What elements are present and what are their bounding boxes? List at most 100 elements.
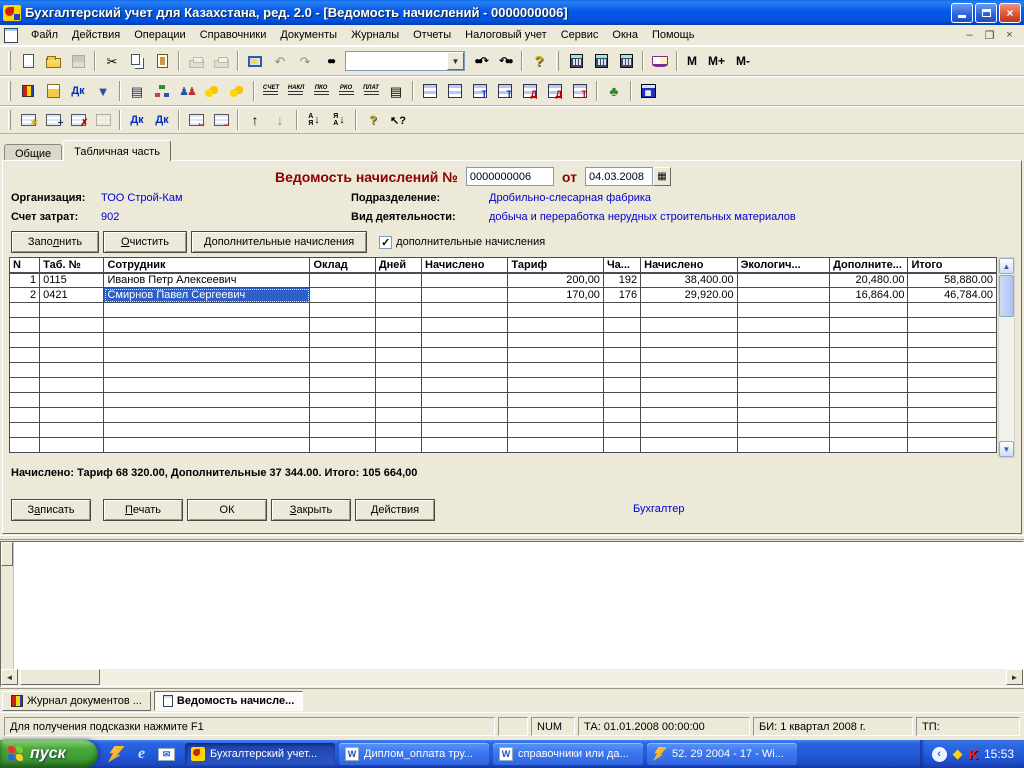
calculator-button[interactable]: [564, 49, 588, 73]
empty-cell[interactable]: [421, 437, 509, 453]
empty-cell[interactable]: [829, 392, 909, 408]
scroll-up-button[interactable]: ▲: [999, 258, 1014, 274]
empty-cell[interactable]: [507, 302, 604, 318]
status-accounting-period[interactable]: БИ: 1 квартал 2008 г.: [753, 717, 913, 736]
kaspersky-icon[interactable]: K: [969, 747, 978, 762]
empty-cell[interactable]: [736, 377, 831, 393]
empty-cell[interactable]: [103, 377, 311, 393]
mdi-close-button[interactable]: ×: [1001, 28, 1018, 43]
empty-cell[interactable]: [374, 407, 423, 423]
window-tab-journal[interactable]: Журнал документов ...: [2, 690, 151, 711]
empty-cell[interactable]: [421, 422, 509, 438]
move-up-button[interactable]: ↑: [243, 108, 267, 132]
empty-cell[interactable]: [736, 302, 831, 318]
empty-cell[interactable]: [103, 332, 311, 348]
empty-cell[interactable]: [103, 302, 311, 318]
restore-button[interactable]: [975, 2, 997, 23]
open-button[interactable]: [41, 49, 65, 73]
empty-cell[interactable]: [640, 362, 738, 378]
sort-descending-button[interactable]: Я А ↓: [327, 108, 351, 132]
empty-cell[interactable]: [309, 377, 376, 393]
debit-lines-report-button[interactable]: Д: [543, 79, 567, 103]
empty-cell[interactable]: [736, 422, 831, 438]
add-row-button[interactable]: +: [41, 108, 65, 132]
find-next-button[interactable]: ●●↷: [468, 49, 492, 73]
empty-cell[interactable]: [640, 347, 738, 363]
expense-account-value[interactable]: 902: [101, 211, 351, 223]
empty-cell[interactable]: [8, 377, 41, 393]
empty-cell[interactable]: [829, 437, 909, 453]
empty-cell[interactable]: [829, 332, 909, 348]
date-picker-button[interactable]: ▦: [652, 167, 671, 186]
empty-cell[interactable]: [602, 377, 642, 393]
debit-credit-alt-button[interactable]: Дк: [150, 108, 174, 132]
monitor-access-button[interactable]: [243, 49, 267, 73]
mdi-child-icon[interactable]: [4, 27, 18, 43]
message-panel-scroll-thumb[interactable]: [1, 542, 13, 566]
tray-chevron-icon[interactable]: ‹: [931, 746, 947, 762]
document-date-input[interactable]: [584, 167, 653, 186]
mdi-minimize-button[interactable]: –: [961, 28, 978, 43]
empty-cell[interactable]: [907, 317, 997, 333]
print-stack-button[interactable]: ▤: [125, 79, 149, 103]
empty-cell[interactable]: [39, 422, 105, 438]
document-number-input[interactable]: [465, 167, 554, 186]
cell-ecological[interactable]: [736, 287, 831, 303]
empty-cell[interactable]: [309, 392, 376, 408]
empty-cell[interactable]: [907, 392, 997, 408]
cell-days[interactable]: [374, 287, 423, 303]
cell-n[interactable]: 2: [8, 287, 41, 303]
empty-cell[interactable]: [39, 347, 105, 363]
scroll-down-button[interactable]: ▼: [999, 441, 1014, 457]
task-word-references[interactable]: W справочники или да...: [493, 743, 643, 765]
empty-cell[interactable]: [602, 437, 642, 453]
menu-item-file[interactable]: Файл: [24, 26, 65, 44]
tray-diamond-icon[interactable]: ◆: [953, 746, 963, 762]
empty-cell[interactable]: [39, 332, 105, 348]
copy-button[interactable]: [125, 49, 149, 73]
empty-cell[interactable]: [507, 407, 604, 423]
cash-out-order-button[interactable]: РКО: [334, 79, 358, 103]
cash-in-order-button[interactable]: ПКО: [309, 79, 333, 103]
cell-salary[interactable]: [309, 287, 376, 303]
empty-cell[interactable]: [907, 332, 997, 348]
menu-item-operations[interactable]: Операции: [127, 26, 192, 44]
empty-cell[interactable]: [421, 377, 509, 393]
context-help-button[interactable]: ↖?: [386, 108, 410, 132]
empty-cell[interactable]: [907, 422, 997, 438]
empty-cell[interactable]: [309, 347, 376, 363]
empty-cell[interactable]: [421, 302, 509, 318]
empty-cell[interactable]: [374, 332, 423, 348]
actions-button[interactable]: Действия: [355, 499, 435, 521]
empty-cell[interactable]: [829, 422, 909, 438]
scroll-thumb[interactable]: [999, 275, 1014, 317]
empty-cell[interactable]: [309, 422, 376, 438]
save-button-footer[interactable]: За писать: [11, 499, 91, 521]
message-panel-left-scrollbar[interactable]: [1, 542, 14, 669]
empty-cell[interactable]: [640, 317, 738, 333]
cell-tab-number[interactable]: 0421: [39, 287, 105, 303]
empty-cell[interactable]: [103, 317, 311, 333]
cell-additional[interactable]: 16,864.00: [829, 287, 909, 303]
empty-cell[interactable]: [907, 362, 997, 378]
empty-cell[interactable]: [374, 317, 423, 333]
print-button-footer[interactable]: Печать: [103, 499, 183, 521]
scroll-left-button[interactable]: ◄: [1, 669, 18, 685]
col-tab-number[interactable]: Таб. №: [39, 257, 105, 274]
empty-cell[interactable]: [640, 392, 738, 408]
internet-explorer-icon[interactable]: e: [133, 745, 150, 763]
toolbar-gripper[interactable]: [8, 81, 11, 101]
cell-additional[interactable]: 20,480.00: [829, 272, 909, 288]
cell-total[interactable]: 58,880.00: [907, 272, 997, 288]
clear-button[interactable]: Очистить: [103, 231, 187, 253]
empty-cell[interactable]: [8, 347, 41, 363]
find-history-combobox[interactable]: ▼: [345, 51, 465, 71]
empty-cell[interactable]: [640, 302, 738, 318]
money-assistant-button[interactable]: [225, 79, 249, 103]
empty-cell[interactable]: [829, 362, 909, 378]
menu-item-service[interactable]: Сервис: [554, 26, 606, 44]
empty-cell[interactable]: [103, 407, 311, 423]
empty-cell[interactable]: [103, 362, 311, 378]
org-structure-button[interactable]: [150, 79, 174, 103]
toolbar-gripper[interactable]: [556, 51, 559, 71]
